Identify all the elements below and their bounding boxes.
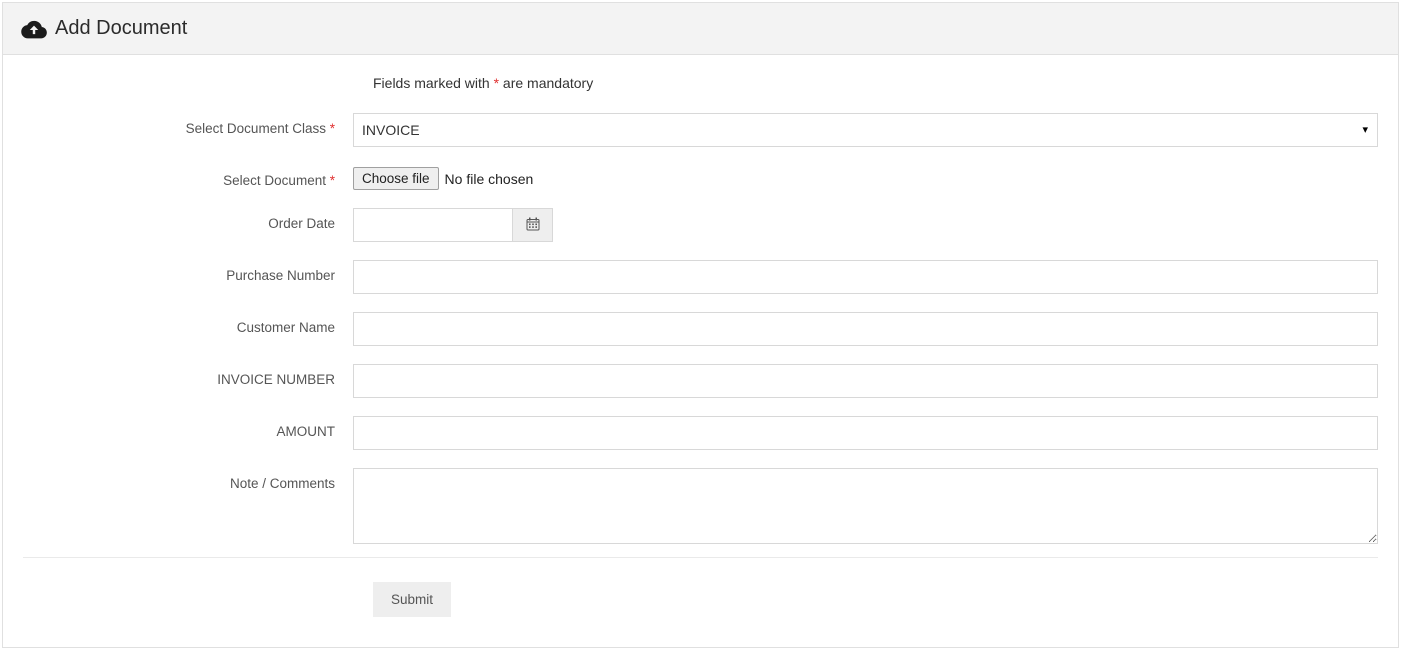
submit-button[interactable]: Submit <box>373 582 451 617</box>
page-title: Add Document <box>55 17 187 40</box>
label-doc-class: Select Document Class * <box>23 113 353 136</box>
row-customer-name: Customer Name <box>23 312 1378 346</box>
label-order-date: Order Date <box>23 208 353 231</box>
row-order-date: Order Date <box>23 208 1378 242</box>
customer-name-input[interactable] <box>353 312 1378 346</box>
label-note: Note / Comments <box>23 468 353 491</box>
row-doc-file: Select Document * Choose file No file ch… <box>23 165 1378 190</box>
file-status-text: No file chosen <box>445 171 534 187</box>
form-divider <box>23 557 1378 558</box>
row-doc-class: Select Document Class * INVOICE <box>23 113 1378 147</box>
label-invoice-number: INVOICE NUMBER <box>23 364 353 387</box>
panel-header: Add Document <box>3 3 1398 55</box>
label-purchase-number: Purchase Number <box>23 260 353 283</box>
order-date-input[interactable] <box>353 208 513 242</box>
amount-input[interactable] <box>353 416 1378 450</box>
calendar-icon <box>526 217 540 234</box>
hint-suffix: are mandatory <box>499 75 593 91</box>
label-amount: AMOUNT <box>23 416 353 439</box>
order-date-picker-button[interactable] <box>513 208 553 242</box>
purchase-number-input[interactable] <box>353 260 1378 294</box>
row-invoice-number: INVOICE NUMBER <box>23 364 1378 398</box>
row-purchase-number: Purchase Number <box>23 260 1378 294</box>
panel-body: Fields marked with * are mandatory Selec… <box>3 55 1398 647</box>
note-textarea[interactable] <box>353 468 1378 544</box>
cloud-upload-icon <box>21 19 47 39</box>
add-document-panel: Add Document Fields marked with * are ma… <box>2 2 1399 648</box>
hint-prefix: Fields marked with <box>373 75 494 91</box>
label-doc-file: Select Document * <box>23 165 353 188</box>
invoice-number-input[interactable] <box>353 364 1378 398</box>
mandatory-hint: Fields marked with * are mandatory <box>373 75 1378 91</box>
row-amount: AMOUNT <box>23 416 1378 450</box>
label-customer-name: Customer Name <box>23 312 353 335</box>
row-note: Note / Comments <box>23 468 1378 547</box>
doc-class-select[interactable]: INVOICE <box>353 113 1378 147</box>
choose-file-button[interactable]: Choose file <box>353 167 439 190</box>
